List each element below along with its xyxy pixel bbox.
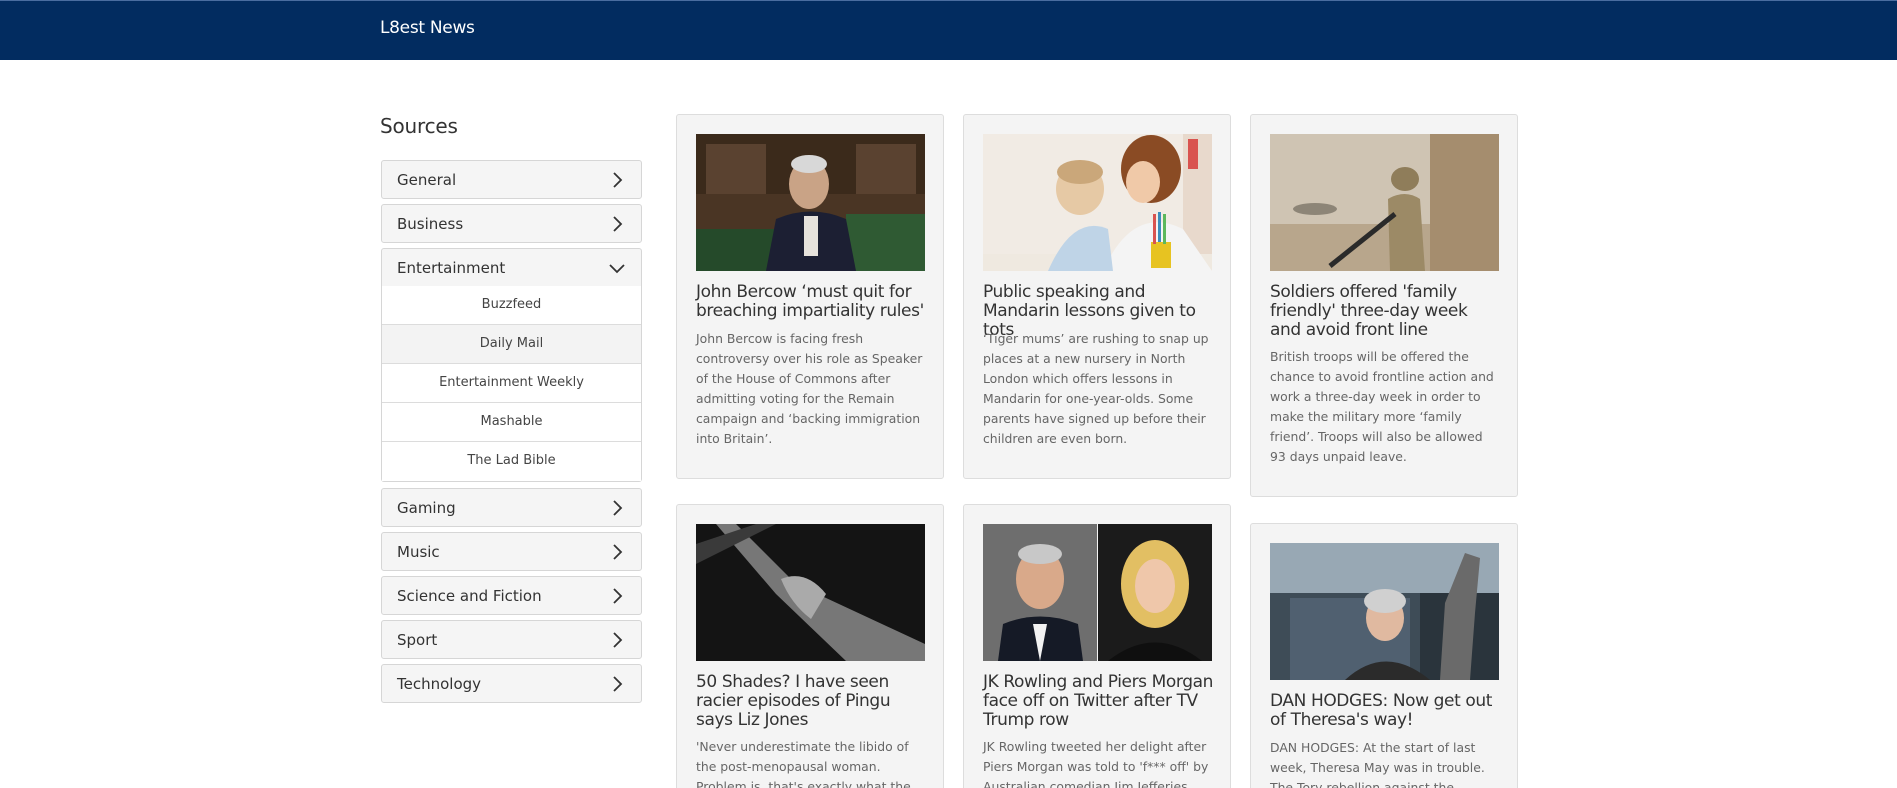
article-thumbnail[interactable] <box>696 524 925 661</box>
category-business[interactable]: Business <box>381 204 642 243</box>
article-thumbnail[interactable] <box>696 134 925 271</box>
article-card[interactable]: John Bercow ‘must quit for breaching imp… <box>676 114 944 479</box>
article-card[interactable]: 50 Shades? I have seen racier episodes o… <box>676 504 944 788</box>
source-item-buzzfeed[interactable]: Buzzfeed <box>382 286 641 325</box>
article-description: DAN HODGES: At the start of last week, T… <box>1270 740 1485 788</box>
source-item-the-lad-bible[interactable]: The Lad Bible <box>382 442 641 481</box>
top-navbar: L8est News <box>0 0 1897 60</box>
chevron-right-icon <box>613 676 623 692</box>
category-entertainment[interactable]: Entertainment <box>381 248 642 287</box>
article-thumbnail[interactable] <box>983 134 1212 271</box>
source-item-mashable[interactable]: Mashable <box>382 403 641 442</box>
category-label: Music <box>397 543 440 561</box>
article-title[interactable]: 50 Shades? I have seen racier episodes o… <box>696 673 928 730</box>
article-title[interactable]: JK Rowling and Piers Morgan face off on … <box>983 673 1215 730</box>
category-label: Sport <box>397 631 438 649</box>
chevron-right-icon <box>613 588 623 604</box>
article-card[interactable]: Soldiers offered 'family friendly' three… <box>1250 114 1518 497</box>
chevron-right-icon <box>613 172 623 188</box>
chevron-down-icon <box>609 264 625 274</box>
article-card[interactable]: DAN HODGES: Now get out of Theresa's way… <box>1250 523 1518 788</box>
category-label: Technology <box>397 675 482 693</box>
article-description: John Bercow is facing fresh controversy … <box>696 331 923 446</box>
article-card[interactable]: JK Rowling and Piers Morgan face off on … <box>963 504 1231 788</box>
article-thumbnail[interactable] <box>1270 134 1499 271</box>
category-label: Gaming <box>397 499 456 517</box>
category-sport[interactable]: Sport <box>381 620 642 659</box>
article-description: JK Rowling tweeted her delight after Pie… <box>983 739 1209 788</box>
article-description: 'Never underestimate the libido of the p… <box>696 739 911 788</box>
article-card[interactable]: Public speaking and Mandarin lessons giv… <box>963 114 1231 479</box>
category-science-and-fiction[interactable]: Science and Fiction <box>381 576 642 615</box>
brand-link[interactable]: L8est News <box>380 18 475 38</box>
article-title[interactable]: Soldiers offered 'family friendly' three… <box>1270 283 1502 340</box>
category-gaming[interactable]: Gaming <box>381 488 642 527</box>
chevron-right-icon <box>613 500 623 516</box>
category-label: Entertainment <box>397 259 506 277</box>
chevron-right-icon <box>613 632 623 648</box>
category-technology[interactable]: Technology <box>381 664 642 703</box>
article-title[interactable]: DAN HODGES: Now get out of Theresa's way… <box>1270 692 1502 730</box>
entertainment-sources-list: Buzzfeed Daily Mail Entertainment Weekly… <box>381 286 642 482</box>
article-thumbnail[interactable] <box>983 524 1212 661</box>
sources-title: Sources <box>380 114 458 138</box>
category-label: Business <box>397 215 464 233</box>
article-description: British troops will be offered the chanc… <box>1270 349 1494 464</box>
chevron-right-icon <box>613 544 623 560</box>
category-label: Science and Fiction <box>397 587 542 605</box>
article-title[interactable]: John Bercow ‘must quit for breaching imp… <box>696 283 928 321</box>
category-general[interactable]: General <box>381 160 642 199</box>
article-description: ‘Tiger mums’ are rushing to snap up plac… <box>983 331 1209 446</box>
chevron-right-icon <box>613 216 623 232</box>
article-thumbnail[interactable] <box>1270 543 1499 680</box>
source-item-daily-mail[interactable]: Daily Mail <box>382 325 641 364</box>
category-music[interactable]: Music <box>381 532 642 571</box>
source-item-entertainment-weekly[interactable]: Entertainment Weekly <box>382 364 641 403</box>
category-label: General <box>397 171 457 189</box>
